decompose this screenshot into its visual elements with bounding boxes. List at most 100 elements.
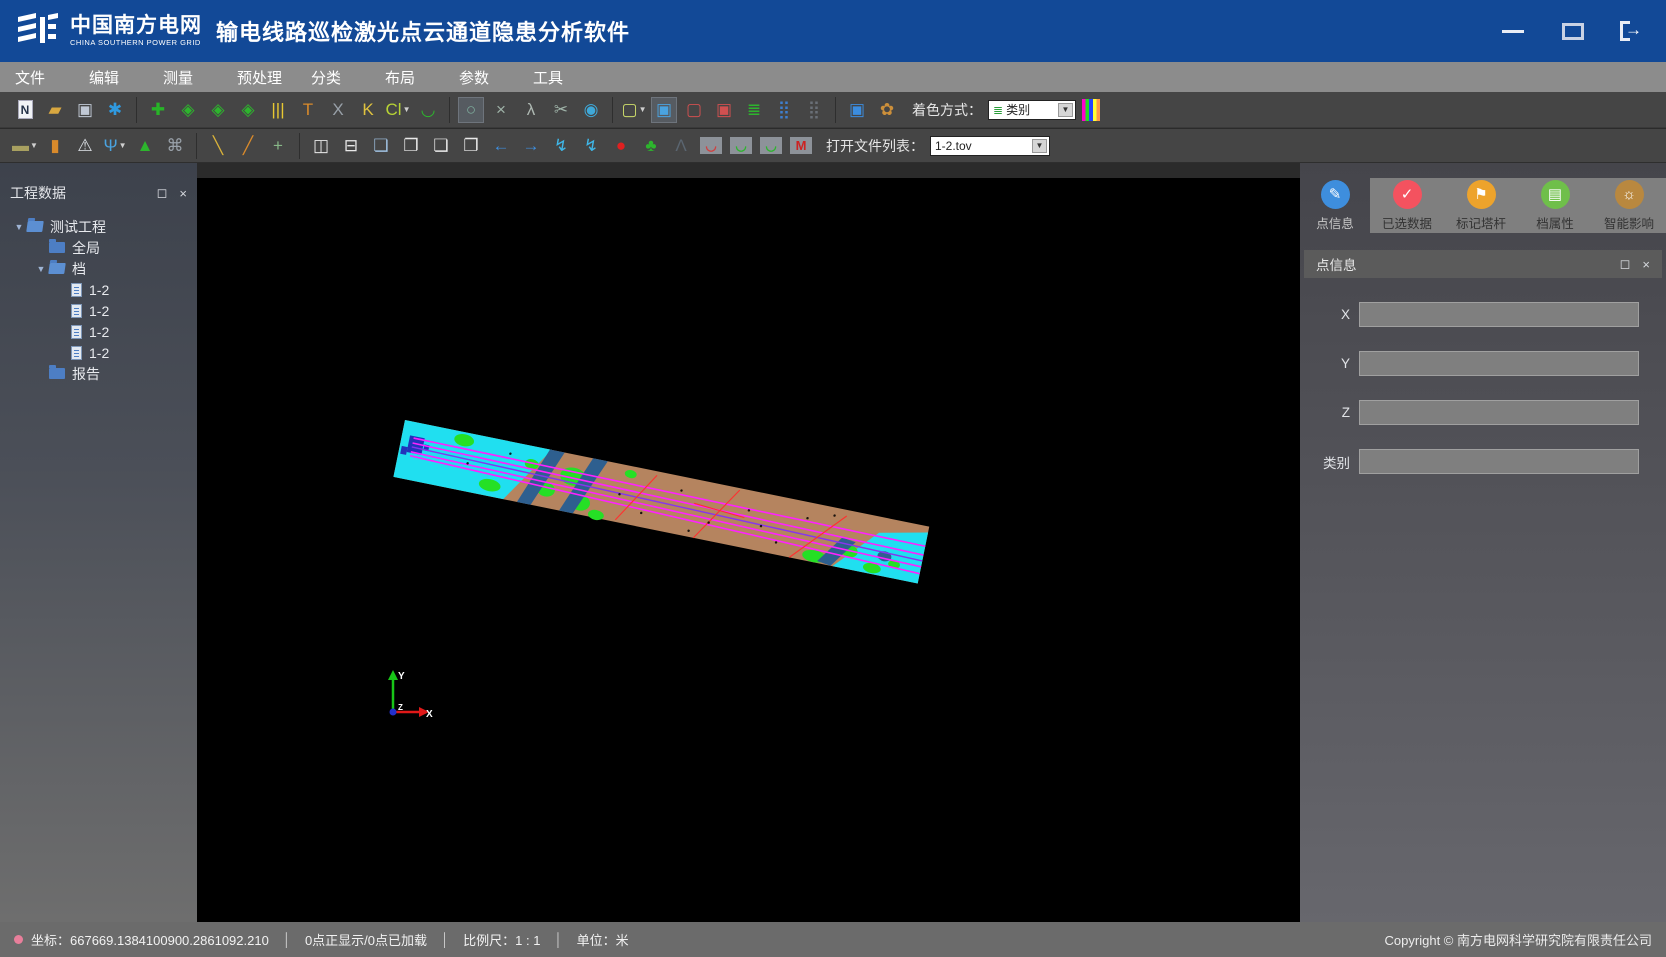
menu-item-3[interactable]: 测量: [148, 67, 222, 88]
grid-icon[interactable]: ⣿: [771, 97, 797, 123]
palette-icon[interactable]: ✿: [874, 97, 900, 123]
save-icon[interactable]: ▣: [72, 97, 98, 123]
menu-item-5[interactable]: 分类: [296, 67, 370, 88]
tower-mark-icon[interactable]: λ: [518, 97, 544, 123]
close-all-windows-icon[interactable]: ❐: [458, 133, 484, 159]
tree-expander-icon[interactable]: ▼: [14, 222, 24, 232]
grid-cursor-icon[interactable]: ⣿: [801, 97, 827, 123]
swap-cross-icon[interactable]: ✂: [548, 97, 574, 123]
tree-item-span-1[interactable]: 1-2: [0, 279, 197, 300]
class-field-input[interactable]: [1359, 449, 1639, 474]
panel-close-icon[interactable]: ×: [179, 186, 187, 201]
angle-measure-icon[interactable]: X: [325, 97, 351, 123]
chevron-down-icon[interactable]: ▼: [1032, 139, 1047, 153]
maximize-button[interactable]: [1560, 20, 1586, 42]
tree-item-span-4[interactable]: 1-2: [0, 342, 197, 363]
eraser-icon[interactable]: ▬▼: [12, 133, 38, 159]
key-icon[interactable]: K: [355, 97, 381, 123]
exit-arrow-icon: →: [1625, 20, 1642, 40]
spacing-adjust-icon[interactable]: +: [265, 133, 291, 159]
rainbow-ramp-icon[interactable]: [1078, 97, 1104, 123]
rect-select-icon[interactable]: ▢▼: [621, 97, 647, 123]
split-horizontal-icon[interactable]: ⊟: [338, 133, 364, 159]
tab-point-info[interactable]: ✎点信息: [1300, 178, 1370, 233]
minimize-button[interactable]: [1500, 20, 1526, 42]
vector-branch-icon[interactable]: Ψ▼: [102, 133, 128, 159]
menu-item-7[interactable]: 参数: [444, 67, 518, 88]
tree-item-span-3[interactable]: 1-2: [0, 321, 197, 342]
menu-item-1[interactable]: 文件: [0, 67, 74, 88]
tile-windows-icon[interactable]: ❐: [398, 133, 424, 159]
polyline-2-icon[interactable]: ↯: [578, 133, 604, 159]
tree-item-label: 1-2: [89, 282, 109, 298]
delete-select-icon[interactable]: ×: [488, 97, 514, 123]
y-field-input[interactable]: [1359, 351, 1639, 376]
settings-gear-icon[interactable]: ✱: [102, 97, 128, 123]
ellipse-select-icon[interactable]: ○: [458, 97, 484, 123]
profile-diamond-3-icon[interactable]: ◈: [235, 97, 261, 123]
chevron-down-icon[interactable]: ▼: [1058, 103, 1073, 117]
point-select-icon[interactable]: ▣: [651, 97, 677, 123]
tab-span-attr[interactable]: ▤档属性: [1518, 178, 1592, 233]
eye-icon[interactable]: ◉: [578, 97, 604, 123]
tower-icon[interactable]: Λ: [668, 133, 694, 159]
sag-curve-red-icon[interactable]: ◡: [698, 133, 724, 159]
section-lines-icon[interactable]: |||: [265, 97, 291, 123]
sag-curve-green-icon[interactable]: ◡: [728, 133, 754, 159]
profile-diamond-icon[interactable]: ◈: [175, 97, 201, 123]
close-window-icon[interactable]: ❏: [428, 133, 454, 159]
north-arrow-icon[interactable]: ▲: [132, 133, 158, 159]
height-measure-icon[interactable]: T: [295, 97, 321, 123]
csg-logo-icon: [16, 11, 60, 51]
open-file-list-select[interactable]: 1-2.tov▼: [930, 136, 1050, 156]
polygon-select-icon[interactable]: ▢: [681, 97, 707, 123]
subtract-select-icon[interactable]: ▣: [711, 97, 737, 123]
tree-item-span-folder[interactable]: ▼档: [0, 258, 197, 279]
locate-pin-icon[interactable]: ●: [608, 133, 634, 159]
split-vertical-icon[interactable]: ◫: [308, 133, 334, 159]
tree-item-report[interactable]: 报告: [0, 363, 197, 384]
polyline-icon[interactable]: ↯: [548, 133, 574, 159]
colorize-mode-select[interactable]: ≣类别▼: [988, 100, 1076, 120]
tree-expander-icon[interactable]: ▼: [36, 264, 46, 274]
point-cloud-viewport[interactable]: Y X Z: [197, 178, 1300, 922]
tab-label: 智能影响: [1604, 213, 1654, 232]
new-file-icon[interactable]: N: [12, 97, 38, 123]
class-field-label: 类别: [1304, 452, 1350, 472]
tab-selected-data[interactable]: ✓已选数据: [1370, 178, 1444, 233]
ruler-vertical-icon[interactable]: ▮: [42, 133, 68, 159]
pan-move-icon[interactable]: ✚: [145, 97, 171, 123]
measure-m-icon[interactable]: M: [788, 133, 814, 159]
exit-button[interactable]: →: [1620, 21, 1644, 41]
tree-icon[interactable]: ♣: [638, 133, 664, 159]
broom-icon[interactable]: ╲: [205, 133, 231, 159]
tree-item-span-2[interactable]: 1-2: [0, 300, 197, 321]
profile-diamond-2-icon[interactable]: ◈: [205, 97, 231, 123]
classify-ci-icon[interactable]: Cl▼: [385, 97, 411, 123]
camera-icon[interactable]: ▣: [844, 97, 870, 123]
menu-item-6[interactable]: 布局: [370, 67, 444, 88]
tree-item-test-project[interactable]: ▼测试工程: [0, 216, 197, 237]
point-info-float-icon[interactable]: ◻: [1620, 256, 1631, 272]
panel-float-icon[interactable]: ◻: [157, 185, 168, 201]
sag-curve-dashed-icon[interactable]: ◡: [758, 133, 784, 159]
tree-item-label: 全局: [72, 238, 100, 258]
layers-icon[interactable]: ≣: [741, 97, 767, 123]
ruler-diagonal-icon[interactable]: ╱: [235, 133, 261, 159]
open-folder-icon[interactable]: ▰: [42, 97, 68, 123]
z-field-input[interactable]: [1359, 400, 1639, 425]
cascade-windows-icon[interactable]: ❏: [368, 133, 394, 159]
catenary-icon[interactable]: ◡: [415, 97, 441, 123]
tab-mark-tower[interactable]: ⚑标记塔杆: [1444, 178, 1518, 233]
tree-item-global[interactable]: 全局: [0, 237, 197, 258]
tab-smart-impact[interactable]: ☼智能影响: [1592, 178, 1666, 233]
menu-item-8[interactable]: 工具: [518, 67, 592, 88]
warning-triangle-icon[interactable]: ⚠: [72, 133, 98, 159]
menu-item-2[interactable]: 编辑: [74, 67, 148, 88]
undo-view-icon[interactable]: ←: [488, 133, 514, 159]
x-field-input[interactable]: [1359, 302, 1639, 327]
menu-item-4[interactable]: 预处理: [222, 67, 296, 88]
point-info-close-icon[interactable]: ×: [1642, 257, 1650, 272]
redo-view-icon[interactable]: →: [518, 133, 544, 159]
nodes-icon[interactable]: ⌘: [162, 133, 188, 159]
